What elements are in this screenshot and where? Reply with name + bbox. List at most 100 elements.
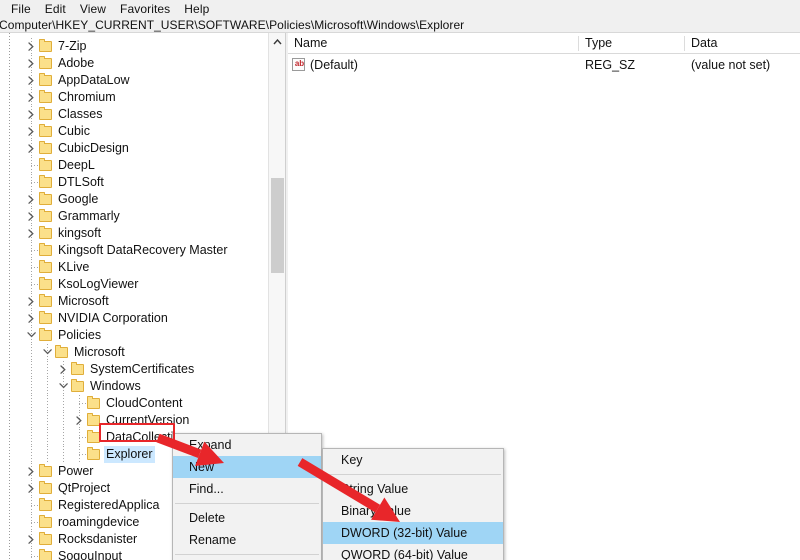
tree-item-label[interactable]: QtProject (56, 480, 112, 497)
tree-item-label[interactable]: Power (56, 463, 95, 480)
tree-item-label[interactable]: RegisteredApplica (56, 497, 161, 514)
tree-item-label[interactable]: Chromium (56, 89, 118, 106)
tree-item-label[interactable]: AppDataLow (56, 72, 132, 89)
menu-item-qword-64-bit-value[interactable]: QWORD (64-bit) Value (323, 544, 503, 560)
tree-item-label[interactable]: Classes (56, 106, 104, 123)
column-header-type[interactable]: Type (579, 33, 690, 54)
chevron-right-icon[interactable] (26, 463, 37, 480)
table-row[interactable]: ab (Default) REG_SZ (value not set) (288, 54, 800, 76)
tree-item-7-zip[interactable]: 7-Zip (18, 38, 288, 55)
tree-item-kingsoft-datarecovery-master[interactable]: Kingsoft DataRecovery Master (18, 242, 288, 259)
chevron-right-icon[interactable] (26, 106, 37, 123)
tree-item-chromium[interactable]: Chromium (18, 89, 288, 106)
menu-file[interactable]: File (4, 1, 38, 18)
chevron-down-icon[interactable] (58, 378, 69, 395)
tree-item-appdatalow[interactable]: AppDataLow (18, 72, 288, 89)
tree-item-label[interactable]: Grammarly (56, 208, 122, 225)
tree-item-label[interactable]: KsoLogViewer (56, 276, 140, 293)
chevron-right-icon[interactable] (26, 480, 37, 497)
chevron-right-icon[interactable] (26, 191, 37, 208)
menu-item-new[interactable]: New (173, 456, 321, 478)
chevron-right-icon[interactable] (26, 208, 37, 225)
tree-item-label[interactable]: Cubic (56, 123, 92, 140)
tree-item-label[interactable]: CurrentVersion (104, 412, 191, 429)
chevron-right-icon[interactable] (26, 140, 37, 157)
tree-item-label[interactable]: CloudContent (104, 395, 184, 412)
tree-guide (31, 344, 32, 361)
menu-item-delete[interactable]: Delete (173, 507, 321, 529)
tree-item-label[interactable]: 7-Zip (56, 38, 88, 55)
chevron-down-icon[interactable] (26, 327, 37, 344)
tree-item-label[interactable]: Rocksdanister (56, 531, 139, 548)
chevron-right-icon[interactable] (26, 38, 37, 55)
tree-item-label[interactable]: DeepL (56, 157, 97, 174)
scrollbar-thumb[interactable] (271, 178, 284, 273)
tree-item-ksologviewer[interactable]: KsoLogViewer (18, 276, 288, 293)
tree-item-label[interactable]: SystemCertificates (88, 361, 196, 378)
column-header-name[interactable]: Name (288, 33, 584, 54)
tree-item-adobe[interactable]: Adobe (18, 55, 288, 72)
tree-item-label[interactable]: Microsoft (72, 344, 127, 361)
chevron-right-icon[interactable] (26, 310, 37, 327)
tree-item-label[interactable]: DTLSoft (56, 174, 106, 191)
tree-elbow (31, 505, 39, 506)
context-menu[interactable]: ExpandNewFind...DeleteRenameExport (172, 433, 322, 560)
tree-item-google[interactable]: Google (18, 191, 288, 208)
tree-item-deepl[interactable]: DeepL (18, 157, 288, 174)
chevron-right-icon[interactable] (58, 361, 69, 378)
menu-help[interactable]: Help (177, 1, 216, 18)
tree-item-windows[interactable]: Windows (18, 378, 288, 395)
chevron-down-icon[interactable] (42, 344, 53, 361)
menu-view[interactable]: View (73, 1, 113, 18)
new-submenu[interactable]: Key String Value Binary Value DWORD (32-bit… (322, 448, 504, 560)
tree-item-label[interactable]: Explorer (104, 446, 155, 463)
menu-item-key[interactable]: Key (323, 449, 503, 471)
chevron-right-icon[interactable] (26, 123, 37, 140)
menu-item-expand[interactable]: Expand (173, 434, 321, 456)
chevron-right-icon[interactable] (26, 531, 37, 548)
tree-item-cubicdesign[interactable]: CubicDesign (18, 140, 288, 157)
tree-item-kingsoft[interactable]: kingsoft (18, 225, 288, 242)
tree-item-microsoft[interactable]: Microsoft (18, 344, 288, 361)
tree-item-policies[interactable]: Policies (18, 327, 288, 344)
tree-item-klive[interactable]: KLive (18, 259, 288, 276)
tree-item-classes[interactable]: Classes (18, 106, 288, 123)
chevron-right-icon[interactable] (26, 89, 37, 106)
tree-item-label[interactable]: KLive (56, 259, 91, 276)
tree-item-label[interactable]: Policies (56, 327, 103, 344)
tree-item-label[interactable]: Microsoft (56, 293, 111, 310)
column-header-data[interactable]: Data (685, 33, 717, 54)
tree-item-currentversion[interactable]: CurrentVersion (18, 412, 288, 429)
tree-item-label[interactable]: Kingsoft DataRecovery Master (56, 242, 230, 259)
tree-item-label[interactable]: CubicDesign (56, 140, 131, 157)
chevron-right-icon[interactable] (26, 72, 37, 89)
tree-item-label[interactable]: Windows (88, 378, 143, 395)
tree-item-cloudcontent[interactable]: CloudContent (18, 395, 288, 412)
tree-item-systemcertificates[interactable]: SystemCertificates (18, 361, 288, 378)
tree-item-grammarly[interactable]: Grammarly (18, 208, 288, 225)
chevron-right-icon[interactable] (26, 55, 37, 72)
menu-item-dword-32-bit-value[interactable]: DWORD (32-bit) Value (323, 522, 503, 544)
menu-favorites[interactable]: Favorites (113, 1, 177, 18)
menu-item-find[interactable]: Find... (173, 478, 321, 500)
tree-item-microsoft[interactable]: Microsoft (18, 293, 288, 310)
tree-item-label[interactable]: roamingdevice (56, 514, 141, 531)
tree-item-label[interactable]: NVIDIA Corporation (56, 310, 170, 327)
tree-item-label[interactable]: kingsoft (56, 225, 103, 242)
menu-item-rename[interactable]: Rename (173, 529, 321, 551)
menu-item-string-value[interactable]: String Value (323, 478, 503, 500)
tree-item-label[interactable]: Adobe (56, 55, 96, 72)
menu-edit[interactable]: Edit (38, 1, 73, 18)
address-bar[interactable]: Computer\HKEY_CURRENT_USER\SOFTWARE\Poli… (0, 19, 800, 33)
tree-item-nvidia-corporation[interactable]: NVIDIA Corporation (18, 310, 288, 327)
tree-item-dtlsoft[interactable]: DTLSoft (18, 174, 288, 191)
scroll-up-button[interactable] (269, 33, 286, 50)
tree-item-label[interactable]: Google (56, 191, 100, 208)
menu-item-binary-value[interactable]: Binary Value (323, 500, 503, 522)
menu-item-label: Delete (189, 511, 226, 525)
tree-item-label[interactable]: SogouInput (56, 548, 124, 560)
tree-item-cubic[interactable]: Cubic (18, 123, 288, 140)
chevron-right-icon[interactable] (74, 412, 85, 429)
chevron-right-icon[interactable] (26, 293, 37, 310)
chevron-right-icon[interactable] (26, 225, 37, 242)
